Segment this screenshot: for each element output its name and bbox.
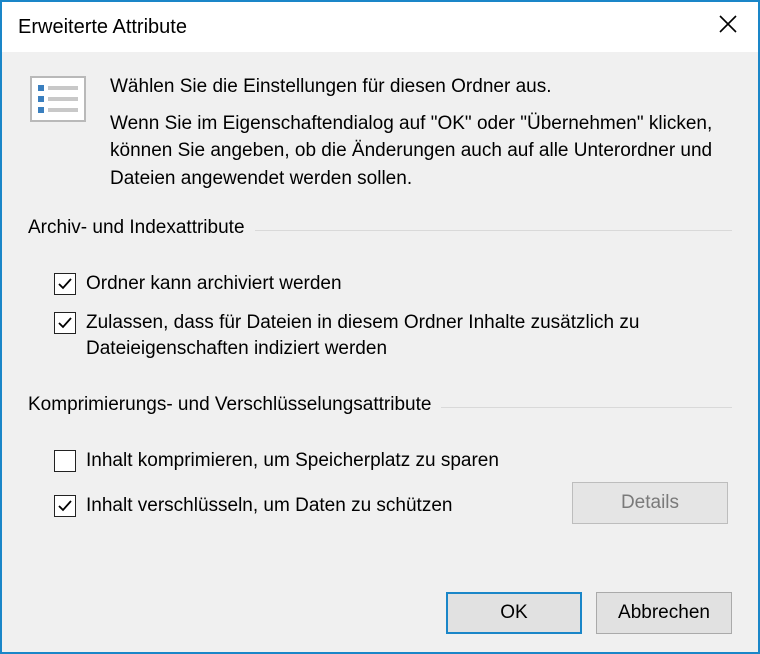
window-title: Erweiterte Attribute (18, 16, 187, 39)
intro-line-2: Wenn Sie im Eigenschaftendialog auf "OK"… (110, 110, 732, 193)
dialog-body: Wählen Sie die Einstellungen für diesen … (2, 52, 758, 652)
checkbox-encrypt-row[interactable]: Inhalt verschlüsseln, um Daten zu schütz… (54, 493, 552, 520)
intro-texts: Wählen Sie die Einstellungen für diesen … (110, 74, 732, 192)
checkbox-index-row[interactable]: Zulassen, dass für Dateien in diesem Ord… (54, 310, 732, 363)
details-button: Details (572, 482, 728, 524)
checkbox-archive-label: Ordner kann archiviert werden (86, 271, 732, 298)
checkbox-index-label: Zulassen, dass für Dateien in diesem Ord… (86, 310, 732, 363)
dialog-advanced-attributes: Erweiterte Attribute Wählen Si (0, 0, 760, 654)
checkbox-index[interactable] (54, 312, 76, 334)
checkbox-compress-row[interactable]: Inhalt komprimieren, um Speicherplatz zu… (54, 448, 732, 475)
intro-section: Wählen Sie die Einstellungen für diesen … (28, 74, 732, 192)
close-icon (719, 15, 737, 39)
cancel-button[interactable]: Abbrechen (596, 592, 732, 634)
ok-button[interactable]: OK (446, 592, 582, 634)
checkbox-encrypt-label: Inhalt verschlüsseln, um Daten zu schütz… (86, 493, 552, 520)
settings-list-icon (28, 74, 88, 192)
checkbox-compress-label: Inhalt komprimieren, um Speicherplatz zu… (86, 448, 732, 475)
group-compress-encrypt-label: Komprimierungs- und Verschlüsselungsattr… (28, 394, 441, 416)
checkbox-encrypt[interactable] (54, 495, 76, 517)
checkbox-archive[interactable] (54, 273, 76, 295)
checkbox-compress[interactable] (54, 450, 76, 472)
checkbox-archive-row[interactable]: Ordner kann archiviert werden (54, 271, 732, 298)
titlebar: Erweiterte Attribute (2, 2, 758, 52)
dialog-footer: OK Abbrechen (28, 576, 732, 634)
group-archive-index: Archiv- und Indexattribute Ordner kann a… (28, 230, 732, 379)
group-archive-index-label: Archiv- und Indexattribute (28, 217, 255, 239)
group-compress-encrypt: Komprimierungs- und Verschlüsselungsattr… (28, 407, 732, 535)
close-button[interactable] (698, 2, 758, 52)
intro-line-1: Wählen Sie die Einstellungen für diesen … (110, 74, 732, 100)
